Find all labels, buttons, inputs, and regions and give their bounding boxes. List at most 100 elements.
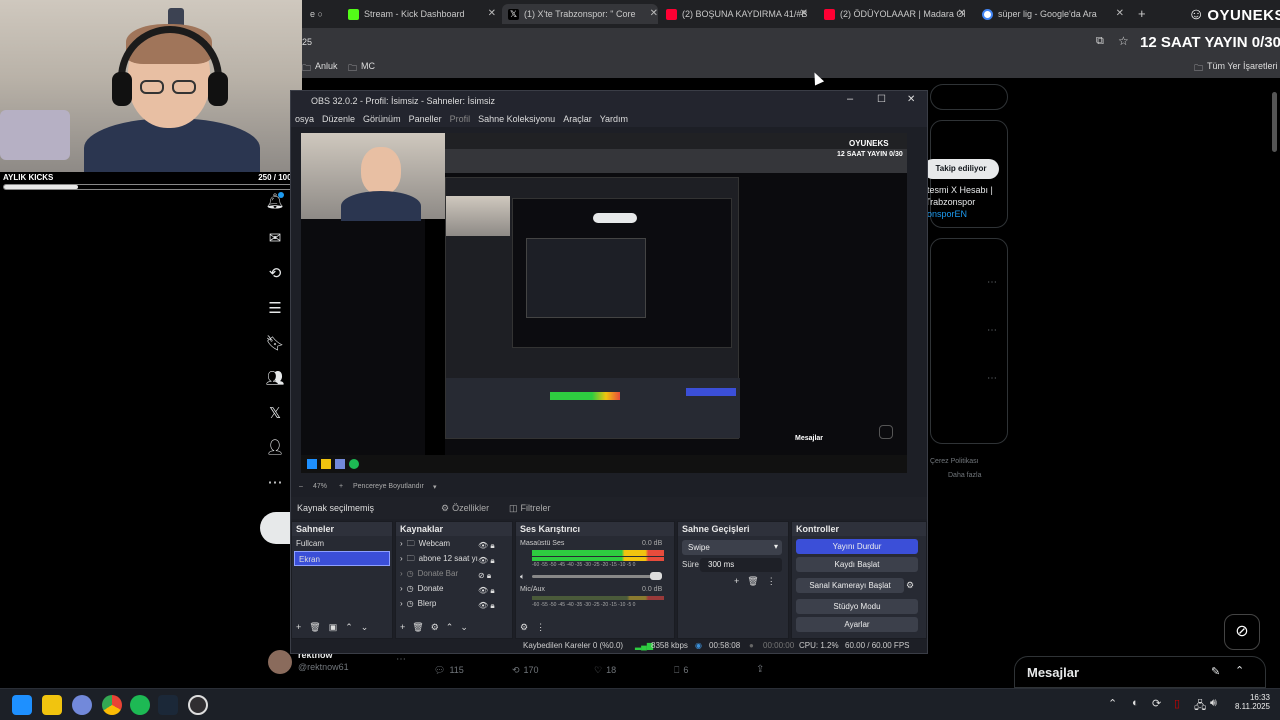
down-icon[interactable]: ⌄	[361, 622, 369, 633]
discord-icon[interactable]	[72, 695, 92, 715]
close-tab-icon[interactable]: ✕	[488, 8, 496, 19]
footer-cookie-policy[interactable]: Çerez Politikası	[930, 458, 979, 465]
transition-select[interactable]: Swipe ▾	[682, 540, 782, 555]
gear-icon[interactable]: ⚙	[906, 580, 914, 591]
spotify-icon[interactable]	[130, 695, 150, 715]
bookmark-mc[interactable]: 🗀 MC	[348, 61, 375, 77]
bookmark-button[interactable]: ⎕ 6	[674, 665, 688, 676]
eye-icon[interactable]: 👁︎ 🔒︎	[478, 553, 495, 568]
messages-icon[interactable]: ✉︎	[262, 225, 288, 251]
tab-partial[interactable]: e ○	[310, 4, 340, 24]
kebab-icon[interactable]: ⋮	[767, 576, 776, 587]
chevron-down-icon[interactable]: ▾	[433, 483, 437, 491]
eye-icon[interactable]: 👁︎ 🔒︎	[478, 598, 495, 613]
maximize-icon[interactable]: ☐	[877, 94, 886, 105]
scene-fullcam[interactable]: Fullcam	[292, 536, 392, 551]
minimize-icon[interactable]: –	[847, 93, 853, 105]
windows-start-icon[interactable]	[12, 695, 32, 715]
menu-help[interactable]: Yardım	[596, 111, 632, 127]
trend-more-icon[interactable]: ⋯	[987, 373, 997, 384]
menu-file[interactable]: osya	[291, 111, 318, 127]
bookmark-anluk[interactable]: 🗀 Anluk	[302, 61, 338, 77]
search-box[interactable]	[930, 84, 1008, 110]
bookmarks-icon[interactable]: 🔖︎	[262, 330, 288, 356]
close-tab-icon[interactable]: ✕	[958, 8, 966, 19]
file-explorer-icon[interactable]	[42, 695, 62, 715]
reply-button[interactable]: 💬︎ 115	[434, 665, 464, 676]
tweet-more-icon[interactable]: ⋯	[396, 654, 406, 665]
more-icon[interactable]: ⋯	[262, 469, 288, 495]
up-icon[interactable]: ⌃	[345, 622, 353, 633]
network-icon[interactable]: 🖧︎	[1194, 697, 1206, 716]
messages-drawer[interactable]: Mesajlar ✎ ⌃	[1014, 656, 1266, 688]
communities-icon[interactable]: 👥︎	[262, 365, 288, 391]
grok-icon[interactable]: ⟲	[262, 260, 288, 286]
close-tab-icon[interactable]: ✕	[800, 8, 808, 19]
studio-mode-button[interactable]: Stüdyo Modu	[796, 599, 918, 614]
fit-to-window[interactable]: Pencereye Boyutlandır	[353, 483, 424, 490]
tab-x-trabzonspor[interactable]: 𝕏 (1) X'te Trabzonspor: " Core ✕	[502, 4, 658, 24]
gear-icon[interactable]: ⚙	[520, 622, 528, 633]
properties-button[interactable]: ⚙ Özellikler	[441, 503, 489, 514]
down-icon[interactable]: ⌄	[460, 622, 468, 633]
tray-chevron-icon[interactable]: ⌃	[1108, 697, 1117, 710]
menu-scene-collection[interactable]: Sahne Koleksiyonu	[474, 111, 559, 127]
add-icon[interactable]: +	[296, 622, 301, 633]
star-icon[interactable]: ☆	[1118, 34, 1129, 48]
filters-button[interactable]: ◫ Filtreler	[509, 503, 551, 514]
eye-off-icon[interactable]: ⊘ 🔒︎	[478, 568, 495, 583]
compose-message-icon[interactable]: ✎	[1211, 665, 1220, 678]
tray-app-icon[interactable]: ◐	[1132, 697, 1139, 709]
like-button[interactable]: ♡ 18	[594, 665, 616, 676]
start-virtual-camera-button[interactable]: Sanal Kamerayı Başlat	[796, 578, 904, 593]
new-tab-button[interactable]: +	[1138, 6, 1146, 21]
obs-icon[interactable]	[188, 695, 208, 715]
close-tab-icon[interactable]: ✕	[1116, 8, 1124, 19]
menu-view[interactable]: Görünüm	[359, 111, 405, 127]
close-tab-icon[interactable]: ✕	[650, 8, 658, 19]
scene-ekran[interactable]: Ekran	[294, 551, 390, 566]
all-bookmarks[interactable]: 🗀 Tüm Yer İşaretleri	[1194, 61, 1278, 77]
zoom-out-icon[interactable]: –	[299, 483, 303, 490]
share-icon[interactable]: ⇪	[756, 664, 764, 675]
eye-icon[interactable]: 👁︎ 🔒︎	[478, 538, 495, 553]
menu-edit[interactable]: Düzenle	[318, 111, 359, 127]
install-icon[interactable]: ⧉	[1096, 35, 1104, 48]
lists-icon[interactable]: ☰	[262, 295, 288, 321]
tab-kick-dashboard[interactable]: Stream - Kick Dashboard ✕	[348, 4, 496, 24]
duration-input[interactable]: 300 ms	[700, 558, 782, 572]
add-icon[interactable]: +	[734, 576, 739, 587]
account-handle[interactable]: onsporEN	[927, 209, 967, 219]
premium-icon[interactable]: 𝕏	[262, 400, 288, 426]
tweet-author-handle[interactable]: @rektnow61	[298, 662, 349, 672]
tray-record-icon[interactable]: ▯	[1174, 697, 1180, 710]
settings-button[interactable]: Ayarlar	[796, 617, 918, 632]
post-button[interactable]	[260, 512, 294, 544]
menu-tools[interactable]: Araçlar	[559, 111, 596, 127]
retweet-button[interactable]: ⟲ 170	[512, 665, 539, 676]
steam-icon[interactable]	[158, 695, 178, 715]
address-bar[interactable]: 25 ⧉ ☆	[300, 28, 1280, 56]
trend-more-icon[interactable]: ⋯	[987, 325, 997, 336]
menu-docks[interactable]: Paneller	[405, 111, 446, 127]
zoom-in-icon[interactable]: +	[339, 483, 343, 490]
following-button[interactable]: Takip ediliyor	[923, 159, 999, 179]
tab-google-search[interactable]: süper lig - Google'da Ara ✕	[982, 4, 1124, 24]
close-icon[interactable]: ✕	[907, 94, 915, 105]
trend-more-icon[interactable]: ⋯	[987, 277, 997, 288]
page-scrollbar[interactable]	[1272, 92, 1277, 152]
tab-youtube-1[interactable]: (2) BOŞUNA KAYDIRMA 41/#Bı ✕	[666, 4, 808, 24]
grok-floating-icon[interactable]: ⊘	[1224, 614, 1260, 650]
copy-icon[interactable]: ▣	[329, 622, 338, 633]
clock[interactable]: 16:33 8.11.2025	[1232, 693, 1270, 711]
eye-icon[interactable]: 👁︎ 🔒︎	[478, 583, 495, 598]
up-icon[interactable]: ⌃	[446, 622, 454, 633]
profile-icon[interactable]: 👤︎	[262, 434, 288, 460]
chrome-icon[interactable]	[102, 695, 122, 715]
trash-icon[interactable]: 🗑︎	[412, 622, 423, 633]
desktop-volume-slider[interactable]	[532, 572, 662, 580]
stop-streaming-button[interactable]: Yayını Durdur	[796, 539, 918, 554]
tab-youtube-2[interactable]: (2) ÖDÜYOLAAAR | Madara Ol ✕	[824, 4, 966, 24]
add-icon[interactable]: +	[400, 622, 405, 633]
volume-icon[interactable]: 🔈︎	[520, 572, 525, 582]
